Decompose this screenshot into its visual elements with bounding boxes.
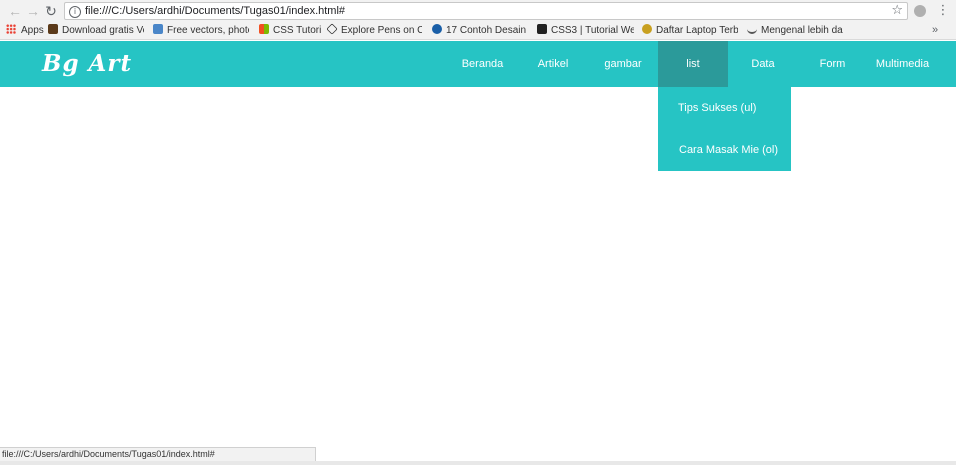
bookmark-item[interactable]: CSS Tutorial bbox=[259, 22, 321, 39]
url-text[interactable]: file:///C:/Users/ardhi/Documents/Tugas01… bbox=[85, 3, 345, 19]
bookmark-label: Apps bbox=[21, 25, 44, 36]
bookmark-item[interactable]: CSS3 | Tutorial Web D bbox=[537, 22, 634, 39]
bookmark-label: Mengenal lebih dalam bbox=[761, 25, 843, 36]
extension-icon[interactable] bbox=[914, 5, 926, 17]
bookmark-item[interactable]: Explore Pens on Code bbox=[327, 22, 422, 39]
bookmark-apps[interactable]: Apps bbox=[6, 22, 46, 39]
window-bottom-edge bbox=[0, 461, 956, 465]
bookmarks-bar: Apps Download gratis Vect Free vectors, … bbox=[0, 22, 956, 40]
dropdown-item-cara-masak-mie[interactable]: Cara Masak Mie (ol) bbox=[658, 129, 791, 171]
bookmark-label: CSS Tutorial bbox=[273, 25, 321, 36]
address-bar[interactable]: i file:///C:/Users/ardhi/Documents/Tugas… bbox=[64, 2, 908, 20]
bookmark-item[interactable]: Daftar Laptop Terbaik bbox=[642, 22, 738, 39]
forward-button[interactable]: → bbox=[24, 2, 42, 20]
nav-list[interactable]: list bbox=[658, 41, 728, 87]
wave-icon bbox=[747, 24, 757, 34]
status-bar-url: file:///C:/Users/ardhi/Documents/Tugas01… bbox=[0, 447, 316, 461]
browser-menu-icon[interactable]: ⋮ bbox=[936, 2, 950, 20]
nav-gambar[interactable]: gambar bbox=[590, 41, 656, 87]
info-icon[interactable]: i bbox=[69, 6, 81, 18]
nav-form[interactable]: Form bbox=[801, 41, 864, 87]
bookmark-item[interactable]: 17 Contoh Desain Hal bbox=[432, 22, 528, 39]
site-logo[interactable]: Bg Art bbox=[42, 50, 132, 78]
bookmark-item[interactable]: Mengenal lebih dalam bbox=[747, 22, 843, 39]
bookmark-label: CSS3 | Tutorial Web D bbox=[551, 25, 634, 36]
codepen-icon bbox=[327, 23, 338, 35]
nav-data[interactable]: Data bbox=[731, 41, 795, 87]
nav-beranda[interactable]: Beranda bbox=[451, 41, 514, 87]
bookmark-label: Free vectors, photos a bbox=[167, 25, 249, 36]
dropdown-item-tips-sukses[interactable]: Tips Sukses (ul) bbox=[658, 87, 791, 129]
site-icon bbox=[432, 24, 442, 34]
site-header: Bg Art Beranda Artikel gambar list Data … bbox=[0, 41, 956, 87]
bookmark-label: Daftar Laptop Terbaik bbox=[656, 25, 738, 36]
bookmark-item[interactable]: Free vectors, photos a bbox=[153, 22, 249, 39]
bookmark-label: Download gratis Vect bbox=[62, 25, 144, 36]
bookmark-label: Explore Pens on Code bbox=[341, 25, 422, 36]
back-button[interactable]: ← bbox=[6, 2, 24, 20]
bookmark-star-icon[interactable]: ☆ bbox=[891, 3, 903, 19]
windows-icon bbox=[259, 24, 269, 34]
laptop-site-icon bbox=[642, 24, 652, 34]
browser-toolbar: ← → ↻ i file:///C:/Users/ardhi/Documents… bbox=[0, 0, 956, 22]
more-bookmarks-button[interactable]: » bbox=[932, 22, 938, 39]
film-icon bbox=[537, 24, 547, 34]
list-dropdown: Tips Sukses (ul) Cara Masak Mie (ol) bbox=[658, 87, 791, 171]
bookmark-label: 17 Contoh Desain Hal bbox=[446, 25, 528, 36]
freepik-icon bbox=[153, 24, 163, 34]
apps-grid-icon bbox=[6, 24, 16, 34]
nav-multimedia[interactable]: Multimedia bbox=[869, 41, 936, 87]
nav-artikel[interactable]: Artikel bbox=[522, 41, 584, 87]
reload-button[interactable]: ↻ bbox=[42, 2, 60, 20]
download-site-icon bbox=[48, 24, 58, 34]
bookmark-item[interactable]: Download gratis Vect bbox=[48, 22, 144, 39]
